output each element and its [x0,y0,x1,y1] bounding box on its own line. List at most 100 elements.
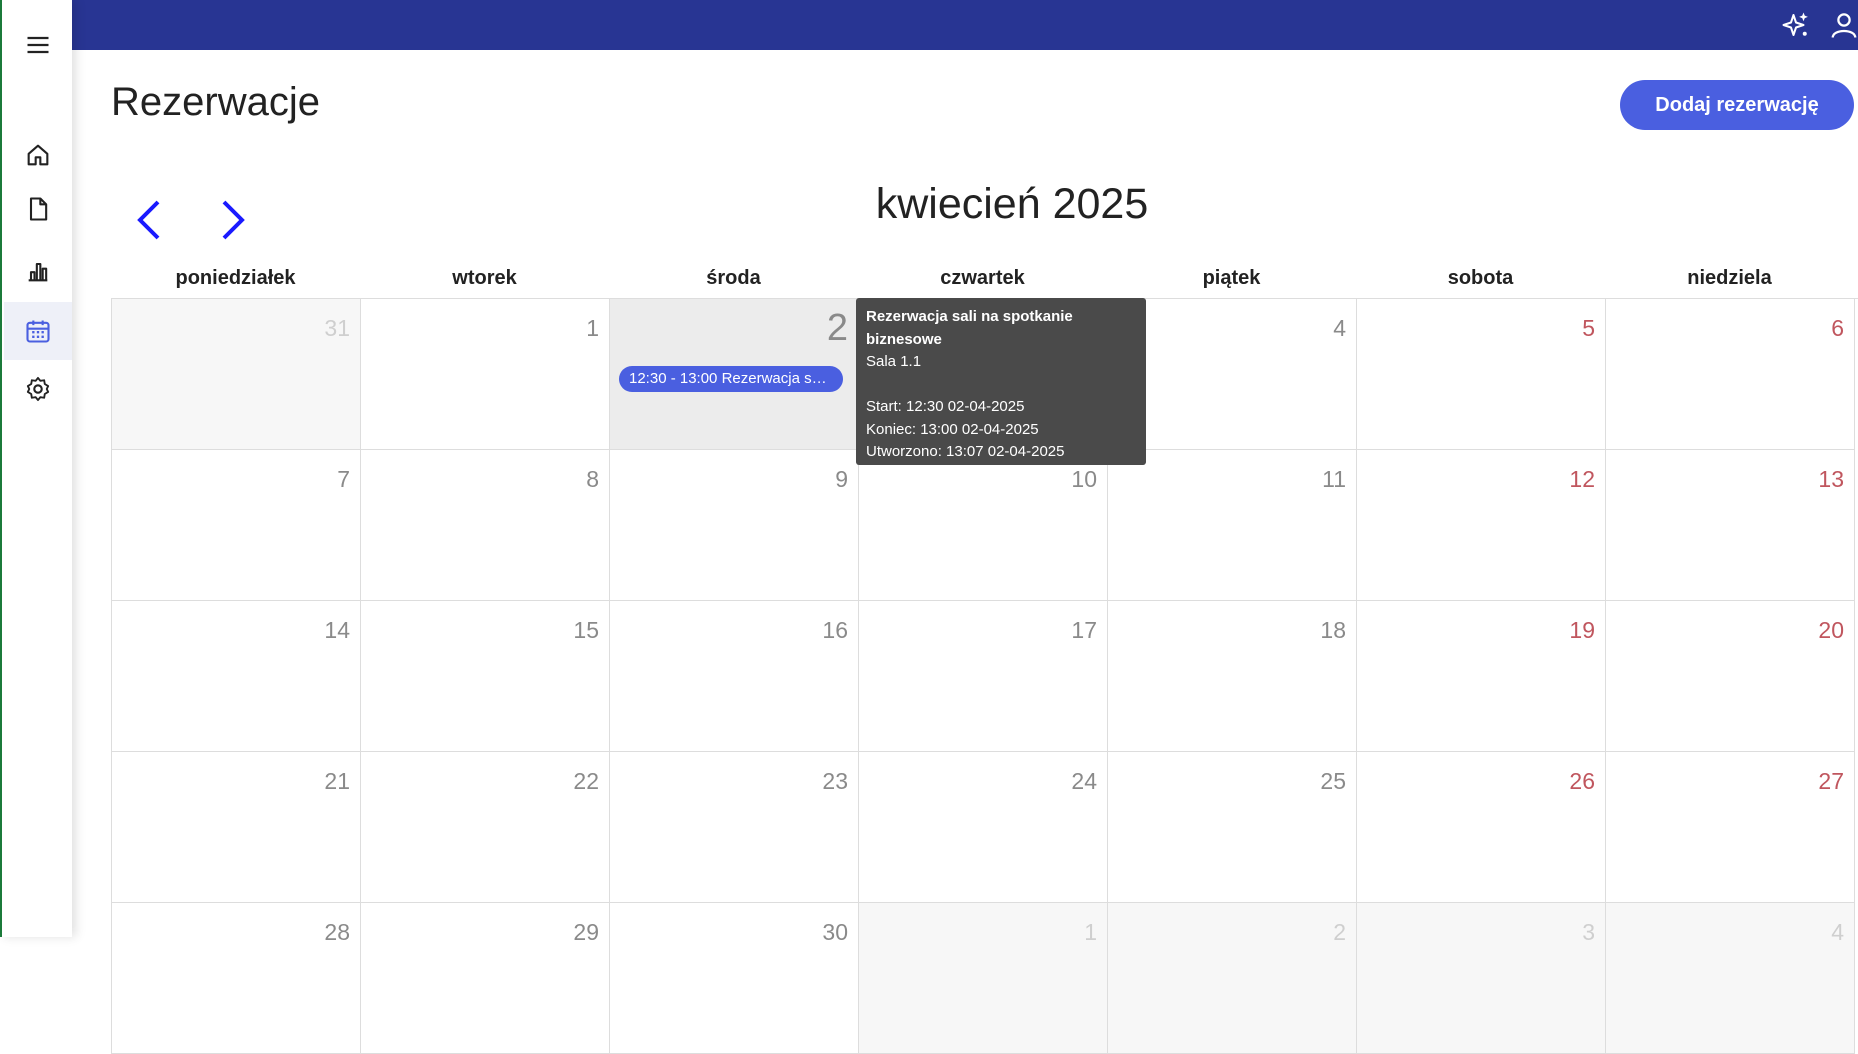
day-number: 7 [337,466,350,492]
day-number: 22 [573,768,599,794]
day-cell[interactable]: 27 [1606,752,1855,903]
day-cell[interactable]: 15 [361,601,610,752]
event-tooltip: Rezerwacja sali na spotkanie biznesowe S… [856,298,1146,483]
day-number: 27 [1818,768,1844,794]
day-number: 11 [1322,466,1346,492]
day-cell[interactable]: 3 [1357,903,1606,1054]
day-cell[interactable]: 26 [1357,752,1606,903]
add-reservation-button[interactable]: Dodaj rezerwację [1620,80,1854,130]
sidebar-item-documents[interactable] [4,180,72,238]
day-cell[interactable]: 30 [610,903,859,1054]
sidebar-item-settings[interactable] [4,360,72,418]
day-number: 5 [1582,315,1595,341]
day-number: 31 [324,315,350,341]
tooltip-title: Rezerwacja sali na spotkanie biznesowe [866,308,1073,348]
tooltip-spacer [866,374,1136,397]
day-cell[interactable]: 5 [1357,299,1606,450]
day-number: 12 [1569,466,1595,492]
home-icon [27,144,49,166]
day-number: 2 [826,307,848,349]
weekday-header: poniedziałek wtorek środa czwartek piąte… [111,258,1858,298]
day-cell[interactable]: 18 [1108,601,1357,752]
day-number: 21 [324,768,350,794]
day-cell[interactable]: 25 [1108,752,1357,903]
day-cell[interactable]: 23 [610,752,859,903]
day-cell[interactable]: 12 [1357,450,1606,601]
user-account-button[interactable] [1828,9,1858,41]
weekday-label: poniedziałek [175,267,296,289]
day-number: 8 [586,466,599,492]
weekday-label: środa [706,267,761,289]
day-number: 9 [835,466,848,492]
user-icon [1831,13,1857,38]
ai-assistant-button[interactable] [1780,9,1812,41]
day-number: 14 [324,617,350,643]
day-number: 25 [1320,768,1346,794]
chevron-left-icon [137,200,160,240]
day-number: 4 [1333,315,1346,341]
day-cell[interactable]: 19 [1357,601,1606,752]
month-title: kwiecień 2025 [875,180,1149,228]
top-bar [72,0,1858,50]
day-cell[interactable]: 21 [112,752,361,903]
day-number: 26 [1569,768,1595,794]
weekday-label: sobota [1447,267,1514,289]
day-number: 1 [1084,919,1097,945]
day-cell[interactable]: 1 [859,903,1108,1054]
day-cell[interactable]: 24 [859,752,1108,903]
day-cell[interactable]: 31 [112,299,361,450]
sidebar-item-reports[interactable] [4,242,72,300]
previous-month-button[interactable] [128,196,172,244]
day-cell[interactable]: 17 [859,601,1108,752]
day-number: 20 [1818,617,1844,643]
day-cell[interactable]: 11 [1108,450,1357,601]
tooltip-owner: Właściciel: Administrator [866,465,1029,483]
day-number: 4 [1831,919,1844,945]
day-cell[interactable]: 13 [1606,450,1855,601]
day-number: 3 [1582,919,1595,945]
day-number: 28 [324,919,350,945]
day-cell[interactable]: 28 [112,903,361,1054]
day-cell[interactable]: 4 [1606,903,1855,1054]
day-number: 1 [586,315,599,341]
tooltip-start: Start: 12:30 02-04-2025 [866,398,1025,415]
sidebar [0,0,72,937]
weekday-label: piątek [1202,267,1261,289]
day-cell[interactable]: 8 [361,450,610,601]
day-number: 18 [1320,617,1346,643]
day-number: 2 [1333,919,1346,945]
day-cell[interactable]: 1 [361,299,610,450]
day-cell[interactable]: 16 [610,601,859,752]
day-cell[interactable]: 14 [112,601,361,752]
menu-icon [27,36,49,54]
day-number: 16 [822,617,848,643]
page-title: Rezerwacje [111,80,320,124]
tooltip-end: Koniec: 13:00 02-04-2025 [866,420,1039,438]
day-cell[interactable]: 29 [361,903,610,1054]
document-icon [29,197,48,221]
calendar-icon [26,320,50,343]
day-cell[interactable]: 20 [1606,601,1855,752]
day-number: 30 [822,919,848,945]
day-cell[interactable]: 22 [361,752,610,903]
day-cell[interactable]: 2 [1108,903,1357,1054]
day-cell[interactable]: 7 [112,450,361,601]
day-cell[interactable]: 6 [1606,299,1855,450]
chevron-right-icon [222,200,245,240]
sparkle-icon [1782,12,1808,36]
day-cell-today[interactable]: 2 12:30 - 13:00 Rezerwacja sali na spotk… [610,299,859,450]
sidebar-item-home[interactable] [4,126,72,184]
day-number: 13 [1818,466,1844,492]
reservation-event[interactable]: 12:30 - 13:00 Rezerwacja sali na spotkan… [619,366,843,392]
next-month-button[interactable] [210,196,254,244]
weekday-label: czwartek [940,267,1025,289]
weekday-label: wtorek [452,267,517,289]
day-number: 24 [1071,768,1097,794]
menu-button[interactable] [4,16,72,74]
weekday-label: niedziela [1687,267,1772,289]
sidebar-item-calendar[interactable] [4,302,72,360]
day-cell[interactable]: 9 [610,450,859,601]
day-number: 29 [573,919,599,945]
day-number: 15 [573,617,599,643]
chart-icon [28,262,48,282]
